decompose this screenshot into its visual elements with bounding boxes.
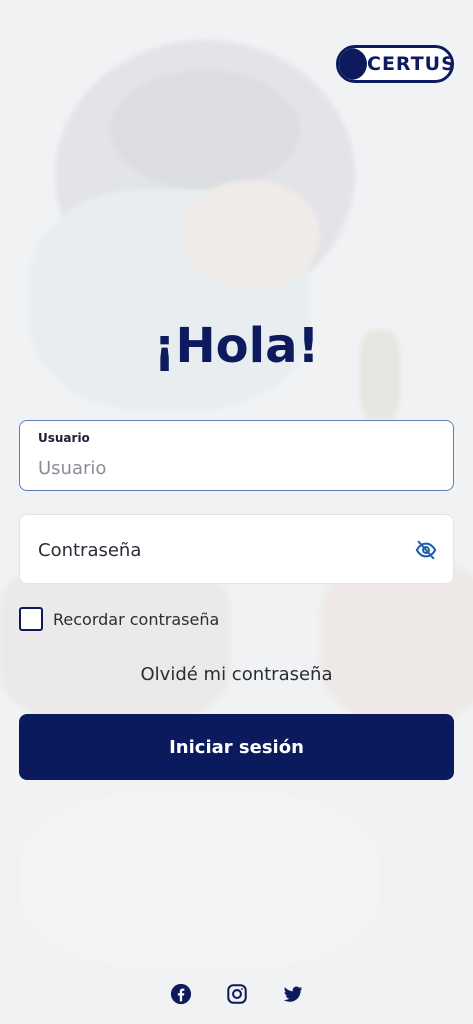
background-photo	[0, 0, 473, 1024]
certus-logo: CERTUS	[336, 45, 454, 83]
remember-checkbox[interactable]	[19, 607, 43, 631]
username-input[interactable]	[38, 455, 418, 481]
twitter-icon[interactable]	[282, 983, 304, 1005]
logo-mark	[339, 48, 367, 80]
greeting-title: ¡Hola!	[153, 318, 320, 374]
username-label: Usuario	[38, 431, 90, 445]
facebook-icon[interactable]	[170, 983, 192, 1005]
username-field[interactable]: Usuario	[19, 420, 454, 491]
remember-label[interactable]: Recordar contraseña	[53, 610, 219, 629]
remember-row: Recordar contraseña	[19, 607, 219, 631]
logo-text: CERTUS	[367, 53, 454, 75]
forgot-password-link[interactable]: Olvidé mi contraseña	[0, 664, 473, 685]
login-button[interactable]: Iniciar sesión	[19, 714, 454, 780]
social-links	[0, 983, 473, 1005]
instagram-icon[interactable]	[226, 983, 248, 1005]
login-screen: CERTUS ¡Hola! Usuario Recordar contraseñ…	[0, 0, 473, 1024]
password-input[interactable]	[38, 537, 398, 563]
eye-off-icon[interactable]	[415, 539, 437, 561]
password-field[interactable]	[19, 514, 454, 584]
